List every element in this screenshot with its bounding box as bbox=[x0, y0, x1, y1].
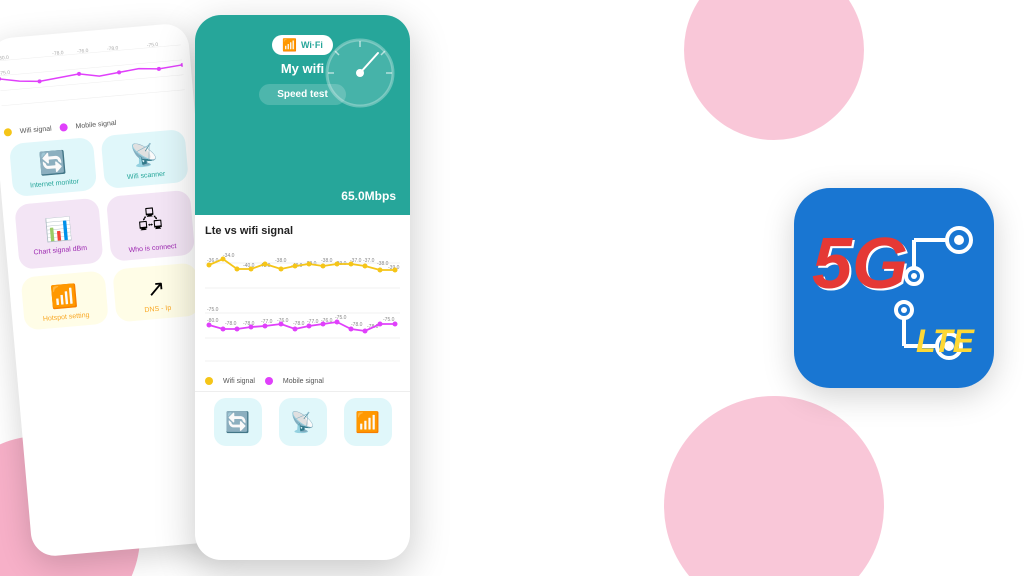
hotspot-icon: 📶 bbox=[50, 283, 80, 311]
svg-text:-37.0: -37.0 bbox=[363, 258, 375, 264]
bottom-monitor-btn[interactable]: 🔄 bbox=[214, 398, 262, 446]
wifi-legend-label: Wifi signal bbox=[20, 125, 52, 135]
wifi-scan-icon: 📡 bbox=[130, 141, 160, 169]
bottom-monitor-icon: 🔄 bbox=[225, 410, 250, 435]
internet-monitor-btn[interactable]: 🔄 Internet monitor bbox=[9, 137, 97, 197]
section-title: Lte vs wifi signal bbox=[205, 225, 400, 237]
bottom-wifi-check-btn[interactable]: 📶 bbox=[344, 398, 392, 446]
logo-inner: 5G LTE bbox=[804, 198, 984, 378]
chart-signal-btn[interactable]: 📊 Chart signal dBm bbox=[14, 198, 103, 270]
feature-grid: 🔄 Internet monitor 📡 Wifi scanner 📊 Char… bbox=[5, 129, 205, 331]
phone-header: 📶 Wi·Fi My wifi Speed test bbox=[195, 15, 410, 215]
svg-text:-77.0: -77.0 bbox=[261, 319, 273, 325]
chart-signal-label: Chart signal dBm bbox=[33, 245, 87, 257]
hotspot-label: Hotspot setting bbox=[43, 312, 90, 323]
dns-label: DNS - Ip bbox=[144, 305, 171, 314]
chart-legend-center: Wifi signal Mobile signal bbox=[205, 377, 400, 385]
svg-text:-38.0: -38.0 bbox=[321, 258, 333, 264]
svg-text:-78.0: -78.0 bbox=[107, 45, 119, 52]
svg-text:-78.0: -78.0 bbox=[351, 322, 363, 328]
wifi-scanner-label: Wifi scanner bbox=[127, 171, 166, 181]
5g-text: 5G bbox=[812, 228, 908, 300]
speedometer bbox=[323, 35, 398, 110]
monitor-icon: 🔄 bbox=[38, 149, 68, 177]
chart-signal-icon: 📊 bbox=[44, 216, 74, 244]
phone-center: 📶 Wi·Fi My wifi Speed test bbox=[195, 15, 410, 560]
wifi-legend: Wifi signal bbox=[223, 378, 255, 385]
wifi-badge-text: Wi·Fi bbox=[301, 40, 323, 50]
svg-text:-75.0: -75.0 bbox=[207, 307, 219, 313]
svg-text:-80.0: -80.0 bbox=[0, 55, 9, 62]
svg-text:-78.0: -78.0 bbox=[293, 321, 305, 327]
app-logo: 5G LTE bbox=[794, 188, 994, 388]
wifi-badge-icon: 📶 bbox=[282, 38, 297, 52]
bottom-wifi-scan-btn[interactable]: 📡 bbox=[279, 398, 327, 446]
wifi-name: My wifi bbox=[281, 61, 324, 76]
speed-value: 65.0Mbps bbox=[341, 189, 396, 203]
internet-monitor-label: Internet monitor bbox=[30, 178, 79, 189]
router-icon: 🖧 bbox=[136, 202, 164, 242]
bg-shape-right-top bbox=[684, 0, 864, 140]
wifi-legend-dot bbox=[4, 128, 13, 137]
mobile-legend-label: Mobile signal bbox=[75, 119, 116, 130]
who-connected-btn[interactable]: 🖧 Who is connect bbox=[106, 190, 195, 262]
svg-text:-78.0: -78.0 bbox=[52, 50, 64, 57]
bottom-wifi-scan-icon: 📡 bbox=[290, 410, 315, 435]
mini-chart-top: -80.0 -75.0 -78.0 -76.0 -78.0 -75.0 bbox=[0, 35, 186, 121]
phone-bottom-nav: 🔄 📡 📶 bbox=[195, 391, 410, 452]
lte-text: LTE bbox=[916, 323, 974, 360]
mobile-dot bbox=[265, 377, 273, 385]
svg-text:-76.0: -76.0 bbox=[77, 48, 89, 55]
svg-text:-78.0: -78.0 bbox=[225, 321, 237, 327]
wifi-dot bbox=[205, 377, 213, 385]
hotspot-btn[interactable]: 📶 Hotspot setting bbox=[21, 270, 109, 330]
bottom-wifi-check-icon: 📶 bbox=[355, 410, 380, 435]
svg-text:-38.0: -38.0 bbox=[377, 261, 389, 267]
dns-icon: ↗ bbox=[146, 275, 167, 303]
bg-shape-right-bottom bbox=[664, 396, 884, 576]
phone-content: Lte vs wifi signal -36.0 -34.0 -40.0 -40… bbox=[195, 215, 410, 391]
svg-text:-75.0: -75.0 bbox=[383, 317, 395, 323]
mobile-legend-dot bbox=[59, 123, 68, 132]
who-connected-label: Who is connect bbox=[128, 243, 176, 254]
svg-text:-38.0: -38.0 bbox=[275, 258, 287, 264]
dns-btn[interactable]: ↗ DNS - Ip bbox=[112, 262, 200, 322]
svg-text:-75.0: -75.0 bbox=[0, 70, 11, 77]
wifi-scanner-btn[interactable]: 📡 Wifi scanner bbox=[101, 129, 189, 189]
svg-text:-75.0: -75.0 bbox=[147, 42, 159, 49]
lte-chart: -36.0 -34.0 -40.0 -40.0 -38.0 -40.0 -39.… bbox=[205, 243, 400, 373]
mobile-legend: Mobile signal bbox=[283, 378, 324, 385]
